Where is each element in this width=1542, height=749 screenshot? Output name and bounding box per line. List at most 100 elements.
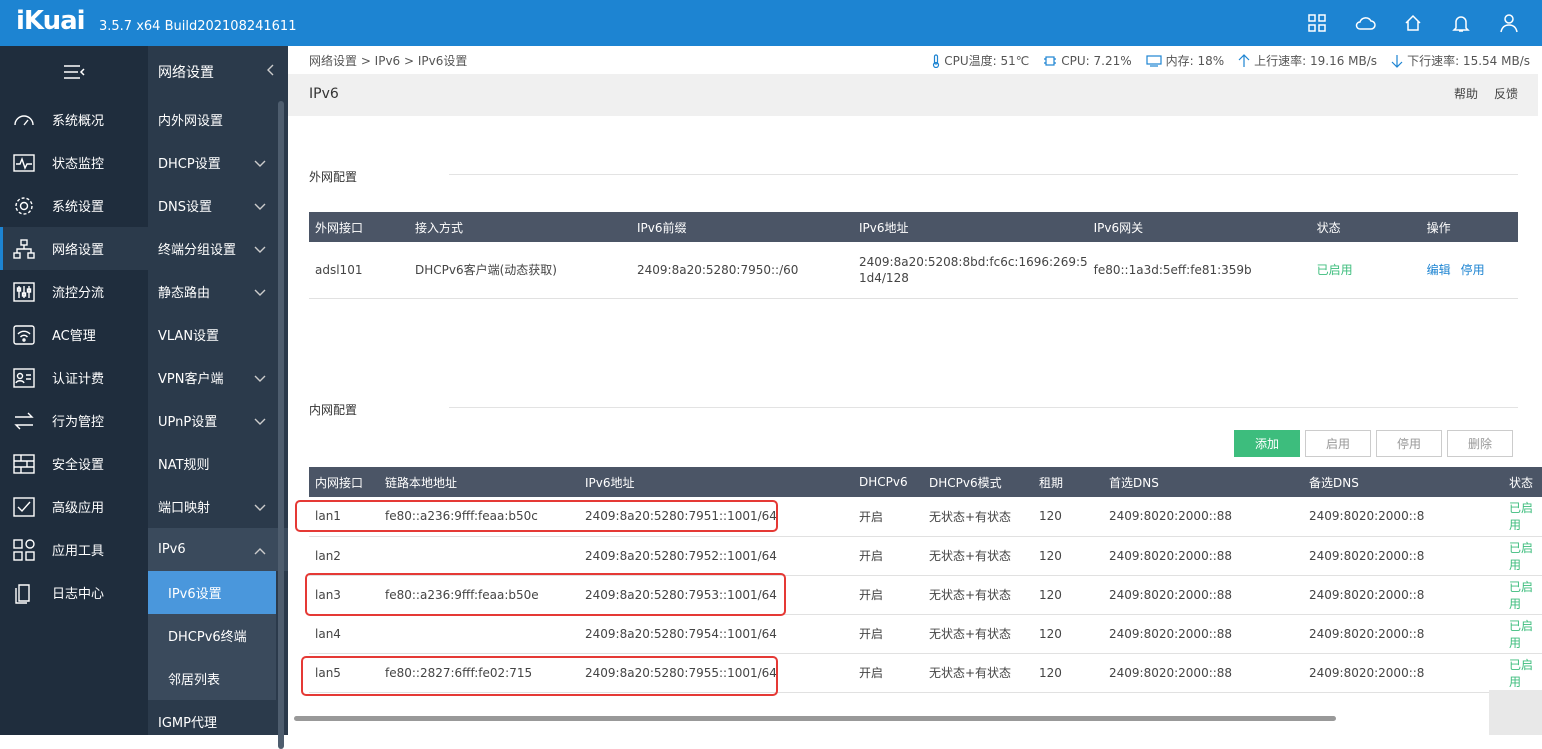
- lan-dns2-cell: 2409:8020:2000::8: [1303, 653, 1503, 693]
- cpu-temp-stat: CPU温度: 51℃: [932, 52, 1029, 69]
- lan-lease-cell: 120: [1033, 653, 1103, 693]
- subnav-item[interactable]: DHCP设置: [148, 141, 288, 184]
- checkbox-icon: [12, 495, 36, 519]
- subnav-item-label: DNS设置: [158, 200, 212, 215]
- home-icon[interactable]: [1400, 10, 1426, 36]
- lan-link-cell: [379, 536, 579, 576]
- chevron-down-icon: [254, 157, 266, 172]
- sidebar-item-system[interactable]: 系统设置: [0, 184, 148, 227]
- lan-dns1-cell: 2409:8020:2000::88: [1103, 614, 1303, 654]
- table-row[interactable]: lan4 2409:8a20:5280:7954::1001/64 开启 无状态+有状…: [309, 614, 1542, 654]
- subnav-item[interactable]: NAT规则: [148, 442, 288, 485]
- subnav-subitem[interactable]: 邻居列表: [148, 657, 276, 700]
- sidebar-item-label: 认证计费: [52, 372, 105, 387]
- subnav-item[interactable]: VLAN设置: [148, 313, 288, 356]
- wan-gateway: fe80::1a3d:5eff:fe81:359b: [1087, 242, 1311, 299]
- lan-iface-cell: lan4: [309, 614, 379, 654]
- table-row: adsl101 DHCPv6客户端(动态获取) 2409:8a20:5280:7…: [309, 242, 1518, 299]
- lan-dhcp-cell: 开启: [853, 653, 923, 693]
- sidebar-item-auth[interactable]: 认证计费: [0, 356, 148, 399]
- chevron-down-icon: [254, 286, 266, 301]
- sidebar-item-monitor[interactable]: 状态监控: [0, 141, 148, 184]
- col-header: 状态: [1503, 467, 1542, 497]
- sidebar-item-behavior[interactable]: 行为管控: [0, 399, 148, 442]
- highlight-box: [305, 573, 786, 616]
- lan-status-cell: 已启用: [1503, 536, 1542, 576]
- wan-address: 2409:8a20:5208:8bd:fc6c:1696:269:5 1d4/12…: [853, 242, 1088, 299]
- sidebar-item-security[interactable]: 安全设置: [0, 442, 148, 485]
- subnav-item[interactable]: 内外网设置: [148, 98, 288, 141]
- chevron-left-icon[interactable]: [266, 64, 276, 80]
- version-label: 3.5.7 x64 Build202108241611: [99, 19, 297, 34]
- disable-link[interactable]: 停用: [1461, 263, 1485, 277]
- sidebar-item-tools[interactable]: 应用工具: [0, 528, 148, 571]
- page-header: IPv6 帮助 反馈: [288, 74, 1538, 116]
- disable-button[interactable]: 停用: [1376, 430, 1442, 457]
- divider: [449, 174, 1518, 175]
- horizontal-scrollbar[interactable]: [294, 716, 1336, 721]
- floating-widget[interactable]: [1489, 690, 1542, 735]
- lan-link-cell: [379, 614, 579, 654]
- chevron-down-icon: [254, 243, 266, 258]
- delete-button[interactable]: 删除: [1447, 430, 1513, 457]
- sidebar-item-network[interactable]: 网络设置: [0, 227, 148, 270]
- gear-icon: [12, 194, 36, 218]
- subnav-item[interactable]: IGMP代理: [148, 700, 288, 743]
- id-card-icon: [12, 366, 36, 390]
- col-header: 接入方式: [409, 212, 631, 242]
- subnav-item-label: IPv6: [158, 542, 186, 557]
- subnav-item[interactable]: 静态路由: [148, 270, 288, 313]
- enable-button[interactable]: 启用: [1305, 430, 1371, 457]
- subnav-item[interactable]: 端口映射: [148, 485, 288, 528]
- feedback-link[interactable]: 反馈: [1494, 85, 1518, 102]
- status-stats: CPU温度: 51℃ CPU: 7.21% 内存: 18% 上行速率: 19.1…: [932, 52, 1530, 69]
- sidebar-item-logs[interactable]: 日志中心: [0, 571, 148, 614]
- help-link[interactable]: 帮助: [1454, 85, 1478, 102]
- subnav-item-label: 终端分组设置: [158, 243, 237, 258]
- wan-mode: DHCPv6客户端(动态获取): [409, 242, 631, 299]
- lan-status-cell: 已启用: [1503, 575, 1542, 615]
- menu-toggle-icon[interactable]: [0, 46, 148, 98]
- subnav-item[interactable]: DNS设置: [148, 184, 288, 227]
- sidebar-item-flow[interactable]: 流控分流: [0, 270, 148, 313]
- lan-mode-cell: 无状态+有状态: [923, 536, 1033, 576]
- subnav-subitem[interactable]: IPv6设置: [148, 571, 276, 614]
- subnav-item[interactable]: UPnP设置: [148, 399, 288, 442]
- lan-mode-cell: 无状态+有状态: [923, 614, 1033, 654]
- add-button[interactable]: 添加: [1234, 430, 1300, 457]
- cloud-icon[interactable]: [1352, 10, 1378, 36]
- table-row[interactable]: lan2 2409:8a20:5280:7952::1001/64 开启 无状态+有状…: [309, 536, 1542, 576]
- lan-dns2-cell: 2409:8020:2000::8: [1303, 536, 1503, 576]
- wan-address-line1: 2409:8a20:5208:8bd:fc6c:1696:269:5: [859, 254, 1088, 269]
- memory-icon: [1146, 54, 1162, 67]
- bell-icon[interactable]: [1448, 10, 1474, 36]
- wan-section-title: 外网配置: [309, 170, 358, 184]
- chevron-up-icon: [254, 544, 266, 559]
- subnav-title-text: 网络设置: [158, 65, 214, 81]
- lan-dns1-cell: 2409:8020:2000::88: [1103, 497, 1303, 537]
- edit-link[interactable]: 编辑: [1427, 263, 1451, 277]
- sidebar-item-overview[interactable]: 系统概况: [0, 98, 148, 141]
- thermometer-icon: [933, 53, 940, 68]
- col-header: DHCPv6: [853, 467, 923, 497]
- col-header: 链路本地地址: [379, 467, 579, 497]
- memory-stat: 内存: 18%: [1146, 52, 1224, 69]
- cpu-stat: CPU: 7.21%: [1043, 52, 1132, 69]
- subnav-subitem[interactable]: DHCPv6终端: [148, 614, 276, 657]
- user-icon[interactable]: [1496, 10, 1522, 36]
- subnav-item[interactable]: 终端分组设置: [148, 227, 288, 270]
- top-bar: iKuai 3.5.7 x64 Build202108241611: [0, 0, 1542, 46]
- sidebar-item-ac[interactable]: AC管理: [0, 313, 148, 356]
- wan-address-line2: 1d4/128: [859, 270, 909, 285]
- sidebar-item-label: 高级应用: [52, 501, 105, 516]
- grid-icon[interactable]: [1304, 10, 1330, 36]
- wan-actions: 编辑 停用: [1420, 242, 1518, 299]
- lan-addr-cell: 2409:8a20:5280:7954::1001/64: [579, 614, 853, 654]
- lan-lease-cell: 120: [1033, 575, 1103, 615]
- apps-icon: [12, 538, 36, 562]
- subnav-item[interactable]: VPN客户端: [148, 356, 288, 399]
- subnav-item[interactable]: IPv6: [148, 528, 288, 571]
- sidebar-item-label: 行为管控: [52, 415, 105, 430]
- sidebar-scrollbar[interactable]: [278, 101, 284, 749]
- sidebar-item-advanced[interactable]: 高级应用: [0, 485, 148, 528]
